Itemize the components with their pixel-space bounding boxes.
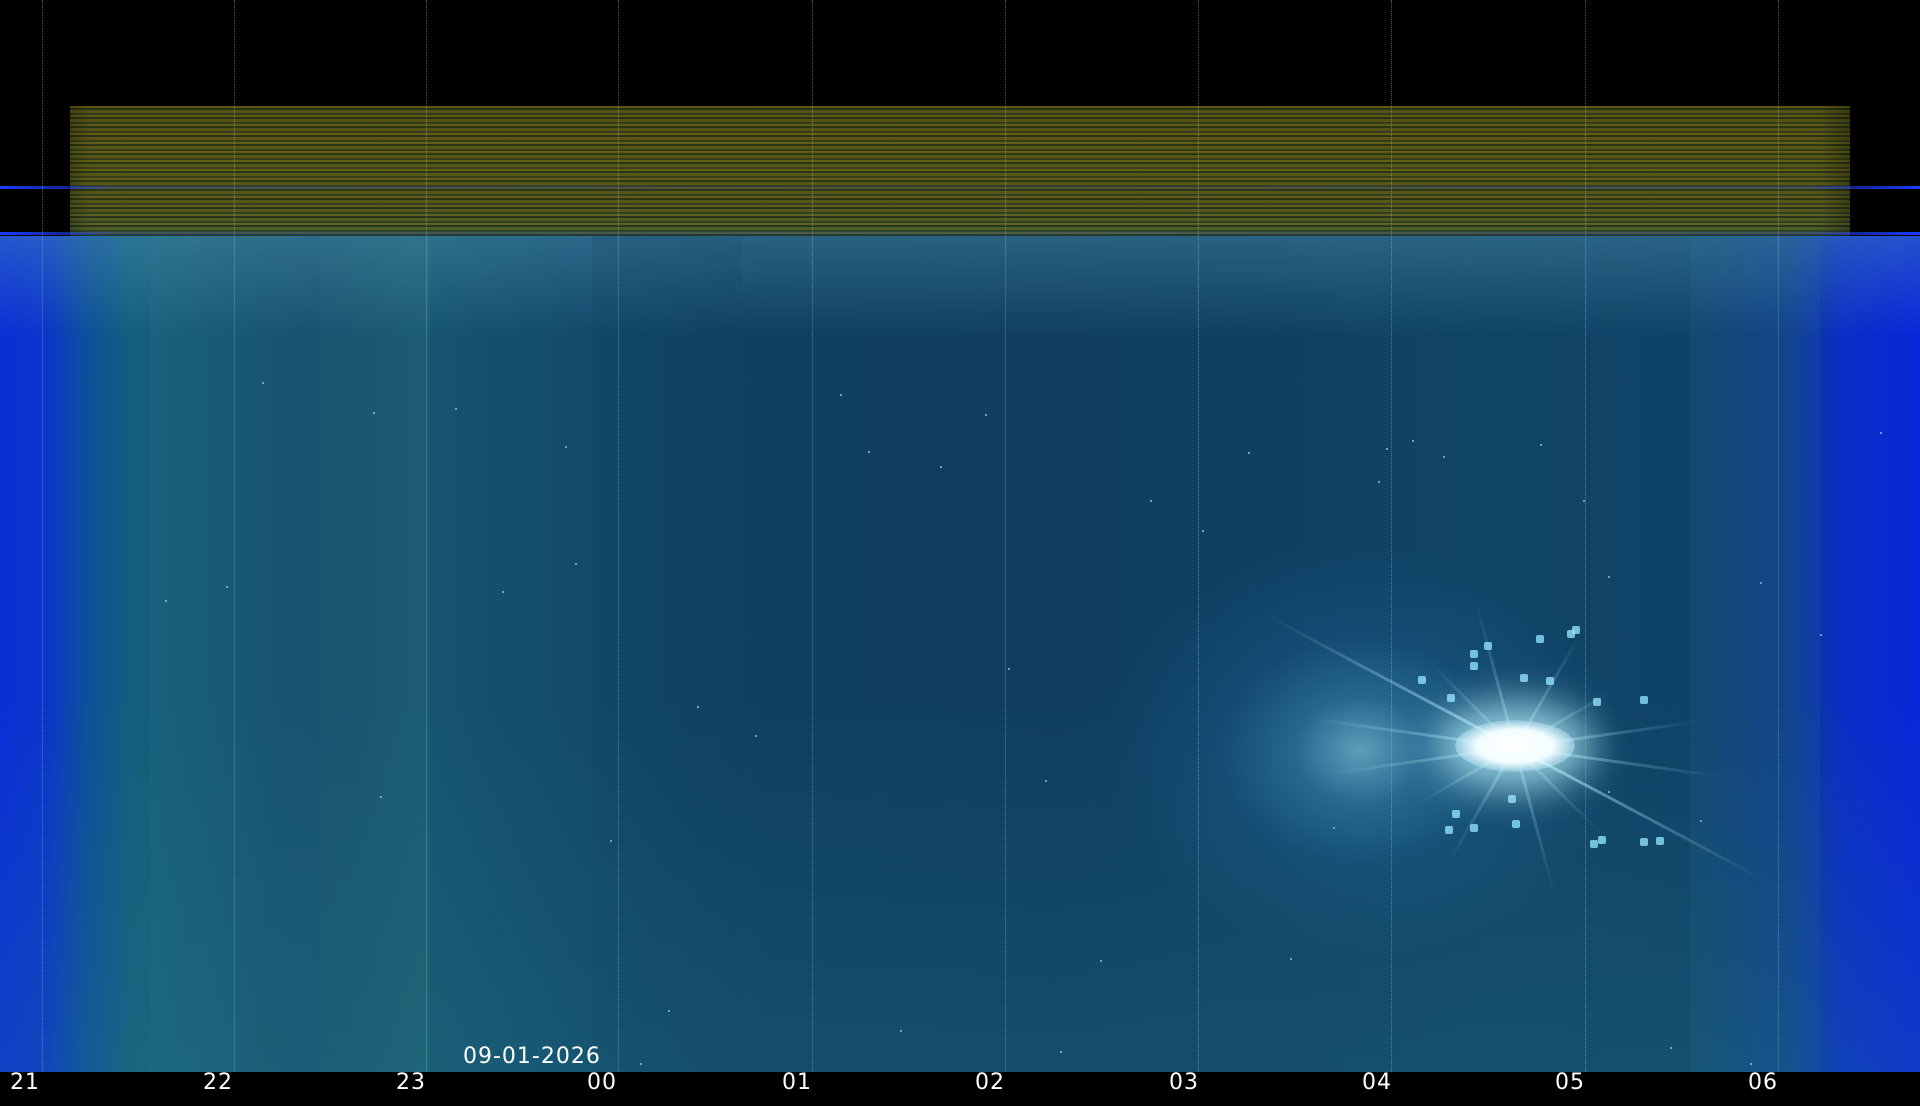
star: [1670, 1047, 1672, 1049]
date-label: 09-01-2026: [463, 1044, 601, 1069]
star: [1880, 432, 1882, 434]
flare-ghost: [1470, 662, 1478, 670]
star: [668, 1010, 670, 1012]
flare-ghost: [1640, 696, 1648, 704]
flare-ghost: [1590, 840, 1598, 848]
star: [262, 382, 264, 384]
star: [1760, 582, 1762, 584]
star: [455, 408, 457, 410]
flare-ghost: [1520, 674, 1528, 682]
flare-ghost: [1508, 795, 1516, 803]
flare-ghost: [1484, 642, 1492, 650]
star: [502, 591, 504, 593]
hour-label-00: 00: [587, 1070, 617, 1095]
star: [900, 1030, 902, 1032]
flare-ghost: [1452, 810, 1460, 818]
star: [1700, 820, 1702, 822]
star: [697, 706, 699, 708]
flare-ghost: [1546, 677, 1554, 685]
star: [868, 451, 870, 453]
hour-label-22: 22: [203, 1070, 233, 1095]
gridline-02: [1005, 0, 1007, 1072]
hour-label-03: 03: [1169, 1070, 1199, 1095]
star: [755, 735, 757, 737]
hour-label-02: 02: [975, 1070, 1005, 1095]
flare-ghost: [1470, 824, 1478, 832]
top-striped-band: [70, 106, 1850, 246]
flare-ghost: [1640, 838, 1648, 846]
band-blue-line-upper: [0, 186, 1920, 189]
flare-ghost: [1418, 676, 1426, 684]
star: [1045, 780, 1047, 782]
star: [1386, 448, 1388, 450]
hour-label-01: 01: [782, 1070, 812, 1095]
gridline-23: [426, 0, 428, 1072]
star: [1202, 530, 1204, 532]
flare-ghost: [1447, 694, 1455, 702]
star: [565, 446, 567, 448]
star: [840, 394, 842, 396]
star: [640, 1063, 642, 1065]
star: [1008, 668, 1010, 670]
star: [380, 796, 382, 798]
flare-ghost: [1536, 635, 1544, 643]
star: [1750, 1063, 1752, 1065]
flare-ghost: [1598, 836, 1606, 844]
sun-glare-core: [1455, 720, 1575, 772]
flare-ghost: [1470, 650, 1478, 658]
star: [1412, 440, 1414, 442]
star: [226, 586, 228, 588]
gridline-22: [234, 0, 236, 1072]
hour-label-23: 23: [396, 1070, 426, 1095]
star: [575, 563, 577, 565]
gridline-21: [42, 0, 44, 1072]
band-blue-line-lower: [0, 232, 1920, 235]
flare-ghost: [1593, 698, 1601, 706]
gridline-01: [812, 0, 814, 1072]
gridline-04: [1391, 0, 1393, 1072]
flare-ghost: [1512, 820, 1520, 828]
hour-label-05: 05: [1555, 1070, 1585, 1095]
flare-ghost: [1656, 837, 1664, 845]
allsky-keogram: 09-01-2026 21 22 23 00 01 02 03 04 05 06: [0, 0, 1920, 1106]
star: [985, 414, 987, 416]
star: [940, 466, 942, 468]
flare-ghost: [1445, 826, 1453, 834]
star: [610, 840, 612, 842]
gridline-00: [618, 0, 620, 1072]
star: [1248, 452, 1250, 454]
star: [165, 600, 167, 602]
star: [1820, 634, 1822, 636]
gridline-03: [1198, 0, 1200, 1072]
star: [1540, 444, 1542, 446]
star: [373, 412, 375, 414]
hour-label-21: 21: [10, 1070, 40, 1095]
star: [1378, 481, 1380, 483]
time-axis-strip: [0, 1072, 1920, 1106]
hour-label-04: 04: [1362, 1070, 1392, 1095]
star: [1443, 456, 1445, 458]
star: [1100, 960, 1102, 962]
hour-label-06: 06: [1748, 1070, 1778, 1095]
gridline-06: [1778, 0, 1780, 1072]
star: [1150, 500, 1152, 502]
flare-ghost: [1572, 626, 1580, 634]
star: [1060, 1051, 1062, 1053]
gridline-05: [1585, 0, 1587, 1072]
